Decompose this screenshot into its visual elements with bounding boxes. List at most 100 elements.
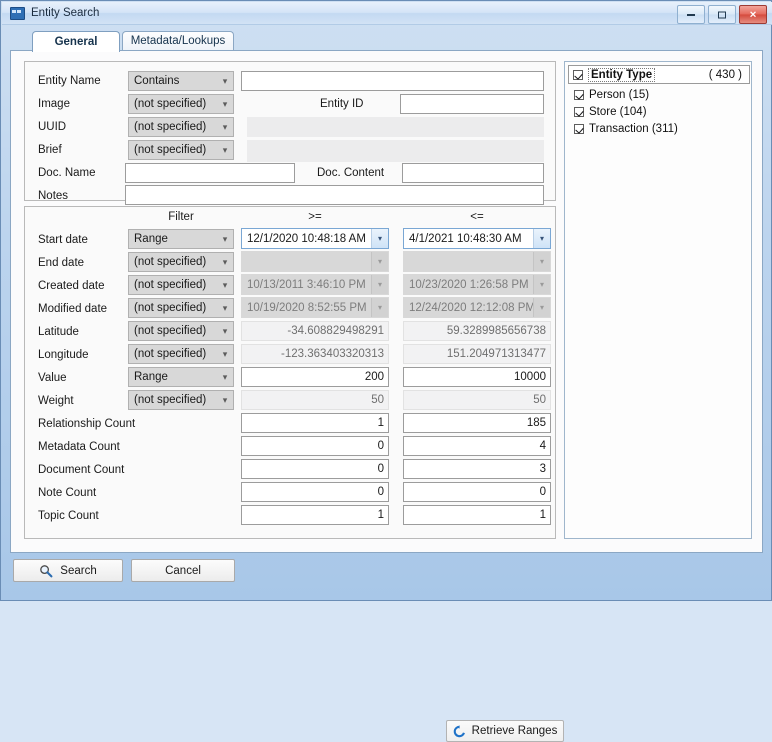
tab-metadata-lookups[interactable]: Metadata/Lookups <box>122 31 234 50</box>
filter-max-input[interactable]: 185 <box>403 413 551 433</box>
retrieve-ranges-label: Retrieve Ranges <box>472 725 558 737</box>
filter-operator-value: (not specified) <box>134 279 217 291</box>
filter-operator-combo[interactable]: (not specified)▾ <box>128 321 234 341</box>
doc-content-input[interactable] <box>402 163 544 183</box>
filter-operator-combo[interactable]: (not specified)▾ <box>128 252 234 272</box>
chevron-down-icon: ▾ <box>217 235 233 244</box>
cancel-button[interactable]: Cancel <box>131 559 235 582</box>
filter-operator-combo[interactable]: Range▾ <box>128 367 234 387</box>
filter-max-input: 50 <box>403 390 551 410</box>
entity-id-input[interactable] <box>400 94 544 114</box>
filter-max-input[interactable]: 10000 <box>403 367 551 387</box>
filter-min-input[interactable]: 0 <box>241 482 389 502</box>
chevron-down-icon: ▾ <box>371 252 388 271</box>
doc-content-label: Doc. Content <box>317 166 384 180</box>
uuid-operator-combo[interactable]: (not specified) ▾ <box>128 117 234 137</box>
chevron-down-icon: ▾ <box>217 146 233 155</box>
chevron-down-icon: ▾ <box>217 304 233 313</box>
filter-min-input[interactable]: 0 <box>241 436 389 456</box>
dialog-action-bar: Search Cancel <box>10 559 763 591</box>
entity-type-header-row[interactable]: Entity Type ( 430 ) <box>568 65 750 84</box>
entity-search-window: Entity Search ✕ General Metadata/Lookups… <box>0 0 772 601</box>
filter-max-value: 59.3289985656738 <box>447 325 546 337</box>
filter-min-datepicker: ▾ <box>241 251 389 272</box>
filter-max-input: 59.3289985656738 <box>403 321 551 341</box>
doc-name-label: Doc. Name <box>38 166 96 180</box>
filter-operator-combo[interactable]: Range▾ <box>128 229 234 249</box>
chevron-down-icon: ▾ <box>217 373 233 382</box>
filter-operator-value: (not specified) <box>134 325 217 337</box>
entity-type-checkbox[interactable] <box>574 90 584 100</box>
brief-operator-combo[interactable]: (not specified) ▾ <box>128 140 234 160</box>
entity-type-checkbox[interactable] <box>574 124 584 134</box>
filter-max-value: 151.204971313477 <box>447 348 546 360</box>
notes-label: Notes <box>38 189 68 203</box>
filter-max-input[interactable]: 4 <box>403 436 551 456</box>
filter-min-input[interactable]: 1 <box>241 505 389 525</box>
filter-row-label: Metadata Count <box>38 440 120 454</box>
filter-max-datepicker[interactable]: 4/1/2021 10:48:30 AM▾ <box>403 228 551 249</box>
maximize-button[interactable] <box>708 5 736 24</box>
minimize-button[interactable] <box>677 5 705 24</box>
chevron-down-icon: ▾ <box>371 298 388 317</box>
image-operator-combo[interactable]: (not specified) ▾ <box>128 94 234 114</box>
filter-max-datepicker: 10/23/2020 1:26:58 PM▾ <box>403 274 551 295</box>
search-button[interactable]: Search <box>13 559 123 582</box>
filter-min-value: -34.608829498291 <box>287 325 384 337</box>
chevron-down-icon: ▾ <box>217 258 233 267</box>
filter-min-input[interactable]: 200 <box>241 367 389 387</box>
filter-max-input[interactable]: 3 <box>403 459 551 479</box>
filter-max-value: 0 <box>540 486 546 498</box>
entity-name-operator-value: Contains <box>134 75 217 87</box>
filter-max-input[interactable]: 0 <box>403 482 551 502</box>
filter-max-input[interactable]: 1 <box>403 505 551 525</box>
filter-min-datepicker[interactable]: 12/1/2020 10:48:18 AM▾ <box>241 228 389 249</box>
doc-name-input[interactable] <box>125 163 295 183</box>
close-button[interactable]: ✕ <box>739 5 767 24</box>
entity-name-operator-combo[interactable]: Contains ▾ <box>128 71 234 91</box>
filter-operator-value: Range <box>134 233 217 245</box>
entity-type-item[interactable]: Person (15) <box>570 87 649 103</box>
filter-min-input[interactable]: 0 <box>241 459 389 479</box>
title-bar: Entity Search ✕ <box>2 2 772 25</box>
filter-min-value: 1 <box>378 417 384 429</box>
filter-min-input: -123.363403320313 <box>241 344 389 364</box>
image-operator-value: (not specified) <box>134 98 217 110</box>
filter-column-header: Filter <box>128 211 234 223</box>
uuid-input <box>247 117 544 137</box>
filter-row-label: Longitude <box>38 348 89 362</box>
chevron-down-icon: ▾ <box>217 100 233 109</box>
tab-general[interactable]: General <box>32 31 120 52</box>
entity-type-checkbox[interactable] <box>574 107 584 117</box>
filter-max-datepicker: 12/24/2020 12:12:08 PM▾ <box>403 297 551 318</box>
filter-operator-value: Range <box>134 371 217 383</box>
filter-min-input: 50 <box>241 390 389 410</box>
entity-name-input[interactable] <box>241 71 544 91</box>
filter-min-input[interactable]: 1 <box>241 413 389 433</box>
chevron-down-icon[interactable]: ▾ <box>533 229 550 248</box>
chevron-down-icon: ▾ <box>217 123 233 132</box>
filter-operator-combo[interactable]: (not specified)▾ <box>128 390 234 410</box>
filter-max-value: 185 <box>527 417 546 429</box>
chevron-down-icon[interactable]: ▾ <box>371 229 388 248</box>
tab-strip: General Metadata/Lookups <box>10 31 762 50</box>
max-column-header: <= <box>403 211 551 223</box>
filter-row-label: Value <box>38 371 67 385</box>
chevron-down-icon: ▾ <box>533 252 550 271</box>
filter-operator-combo[interactable]: (not specified)▾ <box>128 344 234 364</box>
refresh-icon <box>453 725 466 738</box>
entity-type-item[interactable]: Store (104) <box>570 104 647 120</box>
filter-operator-value: (not specified) <box>134 302 217 314</box>
filter-operator-combo[interactable]: (not specified)▾ <box>128 298 234 318</box>
entity-type-item[interactable]: Transaction (311) <box>570 121 678 137</box>
notes-input[interactable] <box>125 185 544 205</box>
filter-max-datepicker: ▾ <box>403 251 551 272</box>
retrieve-ranges-button[interactable]: Retrieve Ranges <box>446 720 564 742</box>
entity-type-select-all-checkbox[interactable] <box>573 70 583 80</box>
image-label: Image <box>38 97 70 111</box>
entity-type-header-label: Entity Type <box>588 68 655 82</box>
filter-max-value: 10000 <box>514 371 546 383</box>
filter-operator-combo[interactable]: (not specified)▾ <box>128 275 234 295</box>
filter-min-value: 0 <box>378 486 384 498</box>
filter-row-label: End date <box>38 256 84 270</box>
